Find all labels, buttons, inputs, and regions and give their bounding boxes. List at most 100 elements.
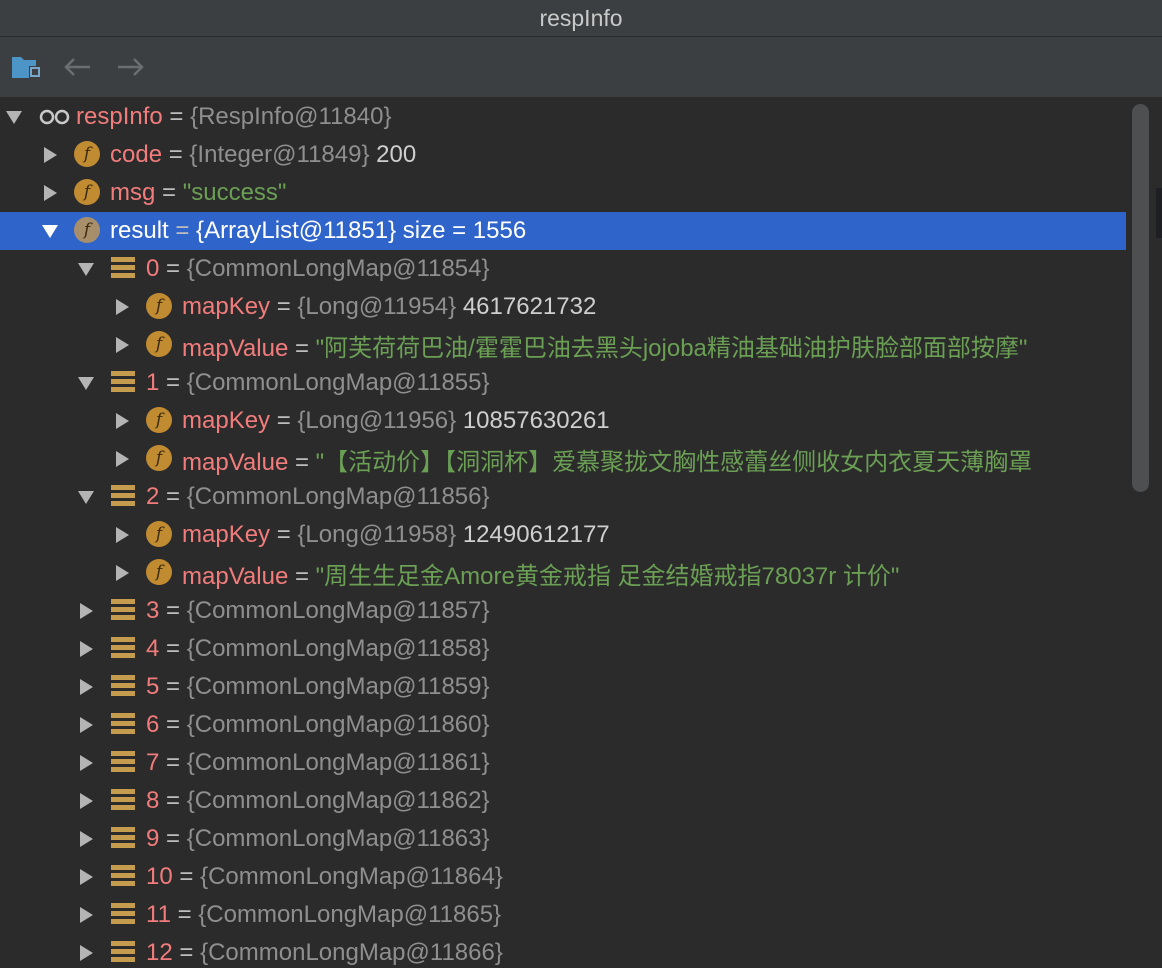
expanded-arrow-icon[interactable] xyxy=(76,259,96,279)
collapsed-arrow-icon[interactable] xyxy=(76,753,96,773)
tree-row-text: 11 = {CommonLongMap@11865} xyxy=(146,901,501,929)
tree-row-text: 12 = {CommonLongMap@11866} xyxy=(146,939,503,967)
var-type: {CommonLongMap@11856} xyxy=(186,483,490,510)
list-item-icon xyxy=(110,939,138,967)
tree-row-text: mapValue = "【活动价】【洞洞杯】爱慕聚拢文胸性感蕾丝侧收女内衣夏天薄… xyxy=(182,442,1032,477)
var-type: {Integer@11849} xyxy=(189,141,370,168)
collapsed-arrow-icon[interactable] xyxy=(76,677,96,697)
var-name: 11 xyxy=(146,901,171,928)
var-type: {CommonLongMap@11859} xyxy=(186,673,490,700)
collapsed-arrow-icon[interactable] xyxy=(76,791,96,811)
var-type: {CommonLongMap@11862} xyxy=(186,787,490,814)
scrollbar-thumb[interactable] xyxy=(1132,104,1149,492)
collapsed-arrow-icon[interactable] xyxy=(76,639,96,659)
tree-row[interactable]: 4 = {CommonLongMap@11858} xyxy=(0,630,1126,668)
var-type: {CommonLongMap@11861} xyxy=(186,749,490,776)
expanded-arrow-icon[interactable] xyxy=(4,107,24,127)
field-icon: f xyxy=(146,293,174,321)
tree-row-text: 4 = {CommonLongMap@11858} xyxy=(146,635,490,663)
variables-tree[interactable]: respInfo = {RespInfo@11840} f code = {Inte… xyxy=(0,98,1162,968)
equals-sign: = xyxy=(172,939,201,966)
equals-sign: = xyxy=(159,749,187,776)
tree-row[interactable]: f msg = "success" xyxy=(0,174,1126,212)
tree-row-text: 5 = {CommonLongMap@11859} xyxy=(146,673,490,701)
tree-row[interactable]: f mapValue = "【活动价】【洞洞杯】爱慕聚拢文胸性感蕾丝侧收女内衣夏天… xyxy=(0,440,1126,478)
list-item-icon xyxy=(110,711,138,739)
tree-row[interactable]: f mapValue = "周生生足金Amore黄金戒指 足金结婚戒指78037r… xyxy=(0,554,1126,592)
collapsed-arrow-icon[interactable] xyxy=(76,867,96,887)
expanded-arrow-icon[interactable] xyxy=(76,373,96,393)
back-arrow-icon[interactable] xyxy=(61,51,93,83)
tree-row[interactable]: 3 = {CommonLongMap@11857} xyxy=(0,592,1126,630)
equals-sign: = xyxy=(155,179,183,206)
expanded-arrow-icon[interactable] xyxy=(76,487,96,507)
tree-row[interactable]: f mapValue = "阿芙荷荷巴油/霍霍巴油去黑头jojoba精油基础油护肤… xyxy=(0,326,1126,364)
var-name: mapValue xyxy=(182,448,289,476)
equals-sign: = xyxy=(288,448,316,476)
frames-icon[interactable] xyxy=(10,51,42,83)
equals-sign: = xyxy=(270,407,298,434)
collapsed-arrow-icon[interactable] xyxy=(40,183,60,203)
var-string-value: "阿芙荷荷巴油/霍霍巴油去黑头jojoba精油基础油护肤脸部面部按摩" xyxy=(315,334,1028,362)
tree-row[interactable]: respInfo = {RespInfo@11840} xyxy=(0,98,1126,136)
var-type: {Long@11956} xyxy=(297,407,457,434)
list-item-icon xyxy=(110,635,138,663)
tree-row-text: 0 = {CommonLongMap@11854} xyxy=(146,255,490,283)
var-type: {CommonLongMap@11866} xyxy=(200,939,503,966)
var-name: msg xyxy=(110,179,156,206)
list-item-icon xyxy=(110,787,138,815)
tree-row[interactable]: 7 = {CommonLongMap@11861} xyxy=(0,744,1126,782)
equals-sign: = xyxy=(159,711,187,738)
collapsed-arrow-icon[interactable] xyxy=(40,145,60,165)
var-string-value: "周生生足金Amore黄金戒指 足金结婚戒指78037r 计价" xyxy=(315,562,900,590)
var-name: mapKey xyxy=(182,407,271,434)
tree-row[interactable]: 6 = {CommonLongMap@11860} xyxy=(0,706,1126,744)
collapsed-arrow-icon[interactable] xyxy=(112,563,132,583)
tree-row[interactable]: 11 = {CommonLongMap@11865} xyxy=(0,896,1126,934)
tree-row-text: code = {Integer@11849} 200 xyxy=(110,141,416,169)
collapsed-arrow-icon[interactable] xyxy=(76,943,96,963)
var-name: 0 xyxy=(146,255,160,282)
collapsed-arrow-icon[interactable] xyxy=(112,411,132,431)
var-name: 2 xyxy=(146,483,160,510)
list-item-icon xyxy=(110,863,138,891)
var-value: 200 xyxy=(376,141,417,168)
collapsed-arrow-icon[interactable] xyxy=(112,297,132,317)
var-type: {CommonLongMap@11865} xyxy=(198,901,502,928)
tree-row[interactable]: 10 = {CommonLongMap@11864} xyxy=(0,858,1126,896)
list-item-icon xyxy=(110,825,138,853)
tree-row[interactable]: 12 = {CommonLongMap@11866} xyxy=(0,934,1126,968)
collapsed-arrow-icon[interactable] xyxy=(76,601,96,621)
equals-sign: = xyxy=(159,673,187,700)
tree-row[interactable]: f result = {ArrayList@11851} size = 1556 xyxy=(0,212,1126,250)
var-name: code xyxy=(110,141,163,168)
list-item-icon xyxy=(110,255,138,283)
list-item-icon xyxy=(110,749,138,777)
expanded-arrow-icon[interactable] xyxy=(40,221,60,241)
tree-row[interactable]: f code = {Integer@11849} 200 xyxy=(0,136,1126,174)
var-type: {CommonLongMap@11858} xyxy=(186,635,490,662)
panel-edge xyxy=(1156,188,1162,238)
tree-row[interactable]: 5 = {CommonLongMap@11859} xyxy=(0,668,1126,706)
tree-row[interactable]: 0 = {CommonLongMap@11854} xyxy=(0,250,1126,288)
equals-sign: = xyxy=(162,141,190,168)
var-type: {CommonLongMap@11864} xyxy=(200,863,503,890)
collapsed-arrow-icon[interactable] xyxy=(76,829,96,849)
field-icon: f xyxy=(146,407,174,435)
collapsed-arrow-icon[interactable] xyxy=(112,335,132,355)
collapsed-arrow-icon[interactable] xyxy=(112,449,132,469)
tree-row[interactable]: f mapKey = {Long@11956} 10857630261 xyxy=(0,402,1126,440)
window-title: respInfo xyxy=(0,0,1162,37)
tree-row[interactable]: 9 = {CommonLongMap@11863} xyxy=(0,820,1126,858)
collapsed-arrow-icon[interactable] xyxy=(76,715,96,735)
tree-row[interactable]: 8 = {CommonLongMap@11862} xyxy=(0,782,1126,820)
forward-arrow-icon[interactable] xyxy=(115,51,147,83)
tree-row[interactable]: f mapKey = {Long@11954} 4617621732 xyxy=(0,288,1126,326)
tree-row[interactable]: 2 = {CommonLongMap@11856} xyxy=(0,478,1126,516)
collapsed-arrow-icon[interactable] xyxy=(76,905,96,925)
var-value: 4617621732 xyxy=(462,293,597,320)
equals-sign: = xyxy=(172,863,201,890)
tree-row[interactable]: 1 = {CommonLongMap@11855} xyxy=(0,364,1126,402)
tree-row[interactable]: f mapKey = {Long@11958} 12490612177 xyxy=(0,516,1126,554)
collapsed-arrow-icon[interactable] xyxy=(112,525,132,545)
